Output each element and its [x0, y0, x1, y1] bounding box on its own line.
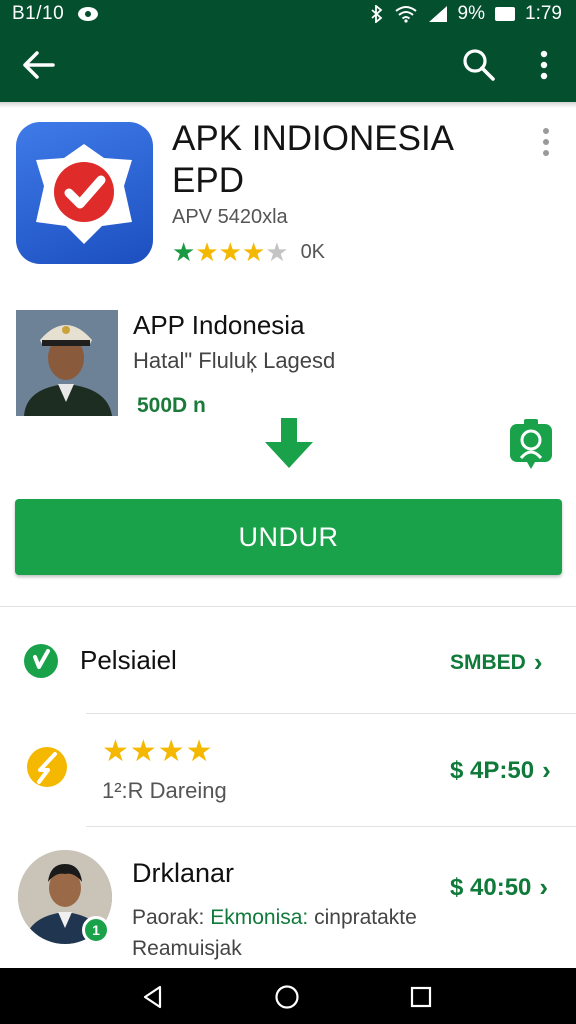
- rating-count: 0K: [300, 240, 326, 263]
- star-icon: ★: [241, 237, 266, 267]
- app-bar-shadow: [0, 102, 576, 108]
- location-badge-icon[interactable]: [508, 418, 554, 470]
- app-title: APK INDIONESIA EPD: [172, 119, 453, 200]
- star-icon: ★: [218, 237, 242, 267]
- row1-action-label: SMBED: [450, 650, 526, 674]
- divider: [0, 606, 576, 607]
- chevron-right-icon: ›: [533, 647, 543, 677]
- person-photo-icon: [16, 310, 118, 416]
- row3-desc-highlight: Ekmonisa:: [210, 906, 309, 929]
- app-icon[interactable]: [16, 122, 153, 264]
- shield-check-icon: [36, 144, 132, 244]
- app-bar: [0, 28, 576, 102]
- nav-recent-apps-icon[interactable]: [408, 984, 434, 1010]
- star-empty-icon: ★: [265, 237, 289, 267]
- notification-eye-icon: [78, 7, 99, 21]
- signal-icon: [428, 6, 447, 22]
- app-more-icon[interactable]: [536, 126, 556, 160]
- bluetooth-icon: [370, 5, 382, 23]
- battery-percent: 9%: [457, 3, 486, 24]
- row1-title: Pelsiaiel: [80, 645, 177, 675]
- avatar-badge: 1: [82, 916, 110, 944]
- developer-photo[interactable]: [16, 310, 118, 416]
- chevron-right-icon: ›: [542, 755, 551, 785]
- row3-price[interactable]: $ 40:50 ›: [450, 872, 548, 903]
- developer-subtitle: Hatal" Fluluķ Lagesd: [133, 348, 336, 373]
- star-icon: ★: [195, 237, 219, 267]
- chevron-right-icon: ›: [539, 872, 549, 902]
- divider: [86, 826, 576, 827]
- status-left-text: B1/10: [12, 3, 65, 24]
- developer-name: APP Indonesia: [133, 310, 305, 340]
- row2-price-label: $ 4P:50: [450, 756, 535, 784]
- row3-description: Paorak: Ekmonisa: cinpratakte Reamuisjak: [132, 902, 462, 964]
- row3-price-label: $ 40:50: [450, 873, 532, 901]
- battery-icon: [495, 7, 516, 21]
- divider: [86, 713, 576, 714]
- download-arrow-icon[interactable]: [262, 416, 316, 470]
- arrow-back-icon[interactable]: [20, 46, 58, 84]
- star-icon: ★: [172, 237, 196, 267]
- row2-stars: ★★★★: [102, 735, 214, 768]
- bolt-circle-icon: [27, 747, 67, 787]
- row2-price[interactable]: $ 4P:50 ›: [450, 755, 551, 786]
- row3-desc-prefix: Paorak:: [132, 906, 211, 929]
- app-subtitle: APV 5420xla: [172, 206, 288, 228]
- row2-subtitle: 1²:R Dareing: [102, 778, 227, 803]
- row3-name: Drklanar: [132, 858, 235, 888]
- app-rating: ★ ★ ★ ★ ★ 0K: [172, 238, 325, 266]
- check-circle-icon: [24, 644, 58, 678]
- more-vert-icon[interactable]: [528, 46, 560, 84]
- install-button[interactable]: UNDUR: [15, 499, 562, 575]
- nav-home-icon[interactable]: [274, 984, 300, 1010]
- search-icon[interactable]: [460, 46, 498, 84]
- status-time: 1:79: [525, 3, 562, 24]
- wifi-icon: [394, 6, 417, 23]
- status-bar: B1/10 9% 1:79: [0, 0, 576, 28]
- status-right-group: 9% 1:79: [370, 3, 562, 25]
- nav-back-icon[interactable]: [140, 984, 166, 1010]
- developer-size: 500D n: [137, 394, 206, 417]
- row1-action[interactable]: SMBED ›: [450, 647, 543, 678]
